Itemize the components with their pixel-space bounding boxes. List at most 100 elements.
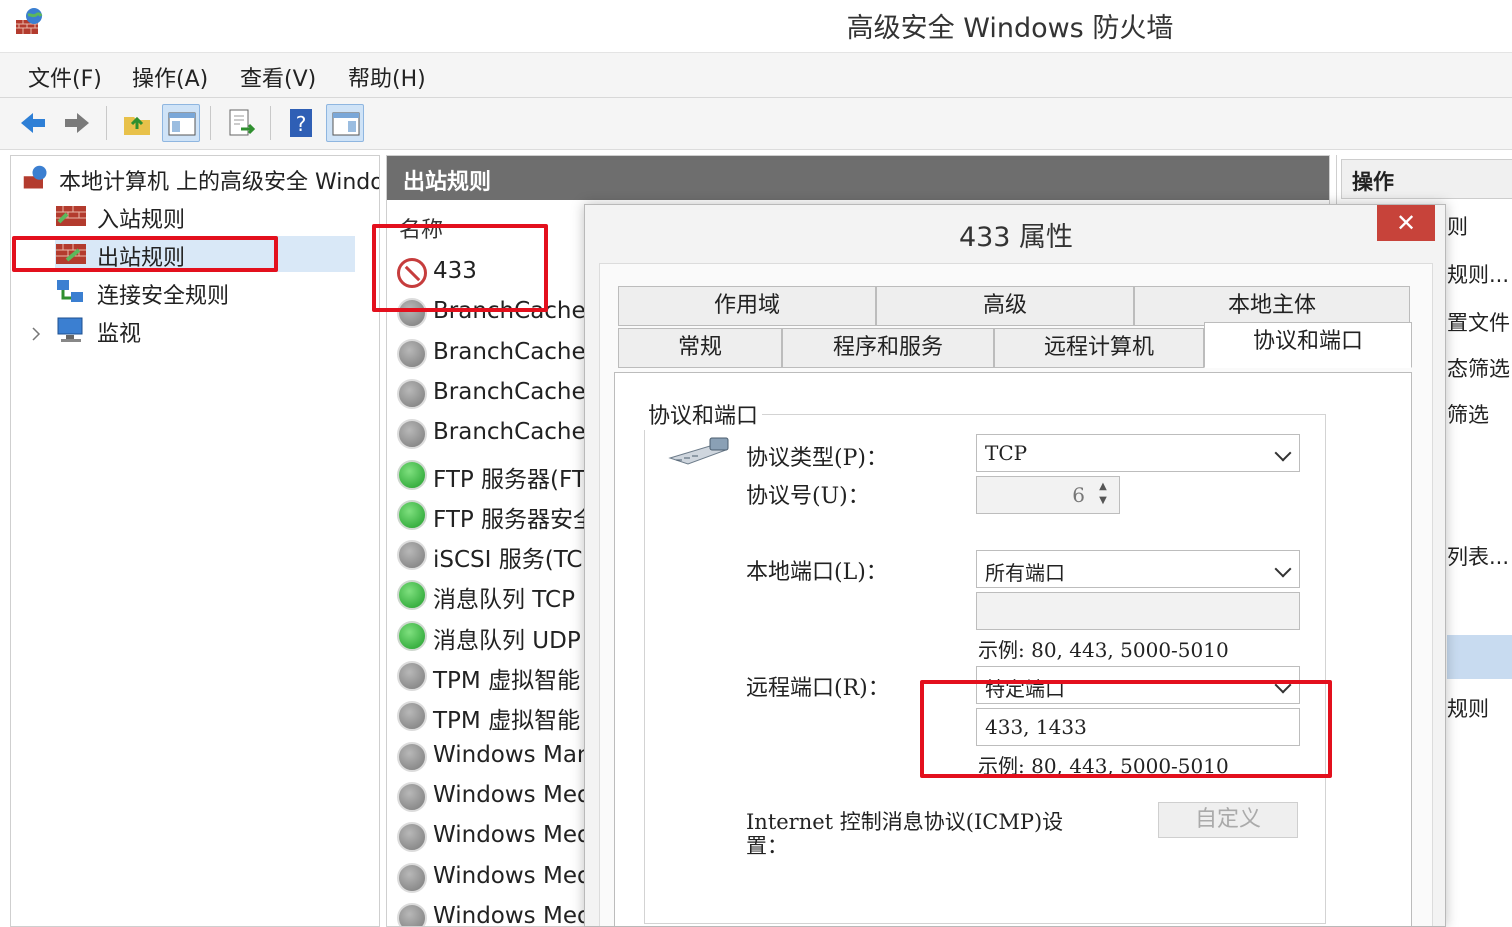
local-port-label: 本地端口(L)： [746,560,888,585]
local-port-select[interactable]: 所有端口 [976,550,1300,588]
rule-row[interactable]: BranchCache [397,413,587,453]
menu-file[interactable]: 文件(F) [28,61,102,93]
action-item[interactable]: 则 [1447,211,1468,241]
rule-row[interactable]: Windows Med [397,776,592,816]
protocol-type-select[interactable]: TCP [976,434,1300,472]
icmp-settings-label: Internet 控制消息协议(ICMP)设 [746,810,1064,834]
rule-row[interactable]: BranchCache [397,373,587,413]
up-folder-icon[interactable] [118,104,156,142]
disabled-rule-icon [397,419,427,450]
toolbar-separator [270,106,271,140]
action-item[interactable]: 规则 [1447,693,1489,723]
rule-name: Windows Med [433,781,592,808]
rule-name: BranchCache [433,419,586,446]
rule-name: TPM 虚拟智能 [433,708,581,735]
tab-scope[interactable]: 作用域 [618,286,876,326]
rule-row[interactable]: Windows Med [397,897,592,926]
menu-view[interactable]: 查看(V) [240,61,316,93]
back-arrow-icon[interactable] [14,104,52,142]
rule-row[interactable]: iSCSI 服务(TCP [397,534,596,574]
enabled-check-icon [397,620,427,651]
expand-arrow-icon[interactable] [31,322,41,347]
action-item[interactable]: 态筛选 [1447,353,1510,383]
inbound-rules-icon [55,202,87,234]
chevron-down-icon [1274,560,1292,578]
group-title: 协议和端口 [644,398,763,430]
forward-arrow-icon[interactable] [58,104,96,142]
tab-advanced[interactable]: 高级 [876,286,1134,326]
export-list-icon[interactable] [222,104,260,142]
rule-row[interactable]: BranchCache [397,333,587,373]
rule-name: 消息队列 UDP [433,627,581,654]
toolbar: ? [0,98,1512,150]
enabled-check-icon [397,499,427,530]
rule-row[interactable]: TPM 虚拟智能 [397,695,587,735]
enabled-check-icon [397,459,427,490]
menu-bar: 文件(F) 操作(A) 查看(V) 帮助(H) [0,52,1512,98]
rule-name: Windows Med [433,902,592,927]
disabled-rule-icon [397,781,427,812]
tree-root[interactable]: 本地计算机 上的高级安全 Windows [21,160,380,196]
rule-row[interactable]: TPM 虚拟智能 [397,655,587,695]
tab-remote-computers[interactable]: 远程计算机 [994,328,1204,368]
action-item[interactable]: 列表... [1447,541,1509,571]
disabled-rule-icon [397,378,427,409]
window-title: 高级安全 Windows 防火墙 [846,13,1174,44]
rule-row[interactable]: FTP 服务器安全 [397,494,596,534]
show-action-pane-icon[interactable] [326,104,364,142]
rule-name: FTP 服务器(FTP [433,466,600,493]
rule-name: TPM 虚拟智能 [433,668,581,694]
tab-programs-services[interactable]: 程序和服务 [782,328,994,368]
rule-name: Windows Man [433,741,592,768]
tab-local-principals[interactable]: 本地主体 [1134,286,1410,326]
protocol-number-stepper[interactable]: 6 ▲ ▼ [976,476,1120,514]
title-bar: 高级安全 Windows 防火墙 [0,0,1512,52]
menu-help[interactable]: 帮助(H) [348,61,426,93]
toolbar-separator [210,106,211,140]
enabled-check-icon [397,580,427,611]
tab-general[interactable]: 常规 [618,328,782,368]
rule-name: 消息队列 TCP [433,587,575,614]
disabled-rule-icon [397,661,427,691]
rule-row[interactable]: FTP 服务器(FTP [397,454,600,494]
tree-root-label: 本地计算机 上的高级安全 Windows [59,170,380,195]
tree-item-monitoring[interactable]: 监视 [31,312,351,348]
rule-name: BranchCache [433,338,586,365]
rule-name: Windows Med [433,822,592,849]
chevron-down-icon [1274,444,1292,462]
tree-item-label: 监视 [97,322,142,347]
menu-action[interactable]: 操作(A) [132,61,208,93]
dialog-title: 433 属性 [958,222,1074,253]
disabled-rule-icon [397,902,427,926]
rule-row[interactable]: Windows Man [397,736,592,776]
disabled-rule-icon [397,338,427,369]
tree-item-inbound-rules[interactable]: 入站规则 [55,198,355,234]
local-port-example: 示例: 80, 443, 5000-5010 [978,638,1229,662]
help-icon[interactable]: ? [282,104,320,142]
protocol-number-label: 协议号(U)： [746,484,870,509]
network-cable-icon [666,432,732,476]
show-tree-icon[interactable] [162,104,200,142]
disabled-rule-icon [397,540,427,571]
disabled-rule-icon [397,862,427,893]
rule-row[interactable]: Windows Med [397,857,592,897]
spinner-arrows-icon[interactable]: ▲ ▼ [1093,480,1113,510]
rule-properties-dialog: 433 属性 ✕ 作用域 高级 本地主体 常规 程序和服务 远程计算机 协议和端… [584,204,1446,927]
remote-port-label: 远程端口(R)： [746,676,890,701]
rule-row[interactable]: 消息队列 TCP [397,574,587,614]
annotation-highlight-remote-port [920,680,1332,778]
annotation-highlight-outbound-rules [12,236,278,272]
customize-button[interactable]: 自定义 [1158,802,1298,838]
action-item[interactable]: 置文件 [1447,307,1510,337]
protocol-type-label: 协议类型(P)： [746,446,888,471]
rule-row[interactable]: Windows Med [397,816,592,856]
tab-protocols-ports[interactable]: 协议和端口 [1204,322,1412,368]
list-header: 出站规则 [387,156,1329,200]
action-item[interactable]: 筛选 [1447,399,1489,429]
disabled-rule-icon [397,822,427,853]
rule-row[interactable]: 消息队列 UDP [397,615,587,655]
action-item[interactable]: 规则... [1447,259,1509,289]
close-icon[interactable]: ✕ [1377,205,1435,241]
connection-security-icon [55,278,87,312]
tree-item-connection-security-rules[interactable]: 连接安全规则 [55,274,355,310]
